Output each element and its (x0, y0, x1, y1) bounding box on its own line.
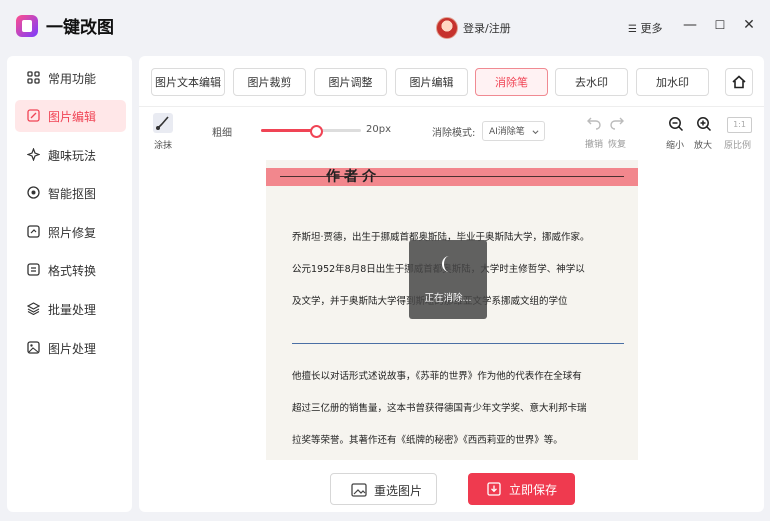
convert-icon (27, 263, 40, 276)
thickness-value: 20px (366, 124, 391, 135)
reselect-image-button[interactable]: 重选图片 (330, 473, 437, 505)
section-divider (292, 343, 624, 344)
more-menu[interactable]: ☰ 更多 (628, 20, 662, 36)
ratio-box: 1:1 (727, 117, 752, 133)
download-icon (487, 482, 501, 496)
erase-mode-label: 消除模式: (432, 128, 476, 139)
redo-label: 恢复 (608, 140, 627, 150)
chevron-down-icon (532, 130, 539, 135)
sidebar-item-smart-cutout[interactable]: 智能抠图 (15, 177, 126, 209)
sidebar-item-label: 格式转换 (48, 264, 97, 278)
canvas-heading: 作者介 (326, 169, 380, 185)
slider-fill (261, 129, 316, 132)
tab-image-edit[interactable]: 图片编辑 (395, 68, 468, 96)
sidebar-item-label: 常用功能 (48, 72, 97, 86)
processing-overlay: 正在消除... (409, 240, 487, 319)
sidebar-item-common[interactable]: 常用功能 (15, 62, 126, 94)
sidebar-item-image-process[interactable]: 图片处理 (15, 332, 126, 364)
close-icon[interactable]: ✕ (741, 17, 757, 33)
avatar[interactable] (436, 17, 458, 39)
slider-handle[interactable] (310, 125, 323, 138)
smear-tool[interactable]: 涂抹 (152, 113, 174, 151)
zoom-out-label: 缩小 (666, 141, 685, 151)
brush-icon (153, 113, 173, 133)
sidebar-item-batch[interactable]: 批量处理 (15, 293, 126, 325)
sidebar-item-label: 趣味玩法 (48, 149, 97, 163)
tab-image-crop[interactable]: 图片裁剪 (233, 68, 306, 96)
more-label: 更多 (640, 22, 663, 35)
thickness-slider[interactable] (261, 125, 361, 138)
sidebar-item-label: 图片处理 (48, 342, 97, 356)
sidebar-item-fun[interactable]: 趣味玩法 (15, 139, 126, 171)
tab-eraser-pen[interactable]: 消除笔 (475, 68, 548, 96)
smear-label: 涂抹 (154, 141, 173, 151)
highlight-band (266, 168, 638, 186)
redo-icon (610, 117, 624, 130)
save-label: 立即保存 (509, 483, 558, 497)
save-now-button[interactable]: 立即保存 (468, 473, 575, 505)
home-icon (732, 75, 746, 89)
erase-mode-value: AI消除笔 (489, 127, 525, 137)
main-panel: 图片文本编辑 图片裁剪 图片调整 图片编辑 消除笔 去水印 加水印 涂抹 粗细 … (139, 56, 764, 512)
zoom-in-label: 放大 (694, 141, 713, 151)
fun-icon (27, 148, 40, 161)
repair-icon (27, 225, 40, 238)
sidebar-item-label: 批量处理 (48, 303, 97, 317)
target-icon (27, 186, 40, 199)
home-button[interactable] (725, 68, 753, 96)
tab-image-text-edit[interactable]: 图片文本编辑 (151, 68, 225, 96)
tab-image-adjust[interactable]: 图片调整 (314, 68, 387, 96)
loading-spinner-icon (442, 256, 456, 272)
edit-icon (27, 109, 40, 122)
reselect-label: 重选图片 (374, 484, 423, 498)
undo-label: 撤销 (585, 140, 604, 150)
undo-icon (587, 117, 601, 130)
zoom-in-button[interactable]: 放大 (692, 116, 716, 151)
sidebar-item-label: 照片修复 (48, 226, 97, 240)
erase-mode-select[interactable]: AI消除笔 (482, 121, 545, 141)
sidebar-item-format-convert[interactable]: 格式转换 (15, 254, 126, 286)
login-link[interactable]: 登录/注册 (463, 20, 511, 36)
layers-icon (27, 302, 40, 315)
sidebar: 常用功能 图片编辑 趣味玩法 智能抠图 照片修复 格式转换 批量处理 图片处理 (7, 56, 132, 512)
thickness-label: 粗细 (212, 128, 232, 139)
undo-button[interactable]: 撤销 (583, 116, 605, 150)
text-line: 拉奖等荣誉。其著作还有《纸牌的秘密》《西西莉亚的世界》等。 (292, 435, 563, 446)
app-title: 一键改图 (46, 18, 114, 38)
zoom-out-button[interactable]: 缩小 (664, 116, 688, 151)
processing-text: 正在消除... (424, 293, 472, 304)
redo-button[interactable]: 恢复 (606, 116, 628, 150)
toolbar-divider (139, 106, 764, 107)
tab-remove-watermark[interactable]: 去水印 (555, 68, 628, 96)
text-line: 他擅长以对话形式述说故事，《苏菲的世界》作为他的代表作在全球有 (292, 371, 582, 382)
menu-icon: ☰ (628, 24, 637, 35)
zoom-out-icon (669, 117, 684, 132)
image-icon (351, 483, 367, 497)
text-line: 超过三亿册的销售量，这本书曾获得德国青少年文学奖、意大利邦卡瑞 (292, 403, 587, 414)
sidebar-item-photo-repair[interactable]: 照片修复 (15, 216, 126, 248)
image-icon (27, 341, 40, 354)
sidebar-item-image-edit[interactable]: 图片编辑 (15, 100, 126, 132)
original-ratio-button[interactable]: 1:1 原比例 (724, 116, 754, 151)
sidebar-item-label: 图片编辑 (48, 110, 97, 124)
sidebar-item-label: 智能抠图 (48, 187, 97, 201)
title-bar: 一键改图 登录/注册 ☰ 更多 — ☐ ✕ (0, 0, 770, 48)
ratio-label: 原比例 (724, 141, 752, 151)
zoom-in-icon (697, 117, 712, 132)
grid-icon (27, 71, 40, 84)
maximize-icon[interactable]: ☐ (712, 17, 728, 33)
tab-add-watermark[interactable]: 加水印 (636, 68, 709, 96)
minimize-icon[interactable]: — (682, 17, 698, 33)
app-logo-icon (16, 15, 38, 37)
